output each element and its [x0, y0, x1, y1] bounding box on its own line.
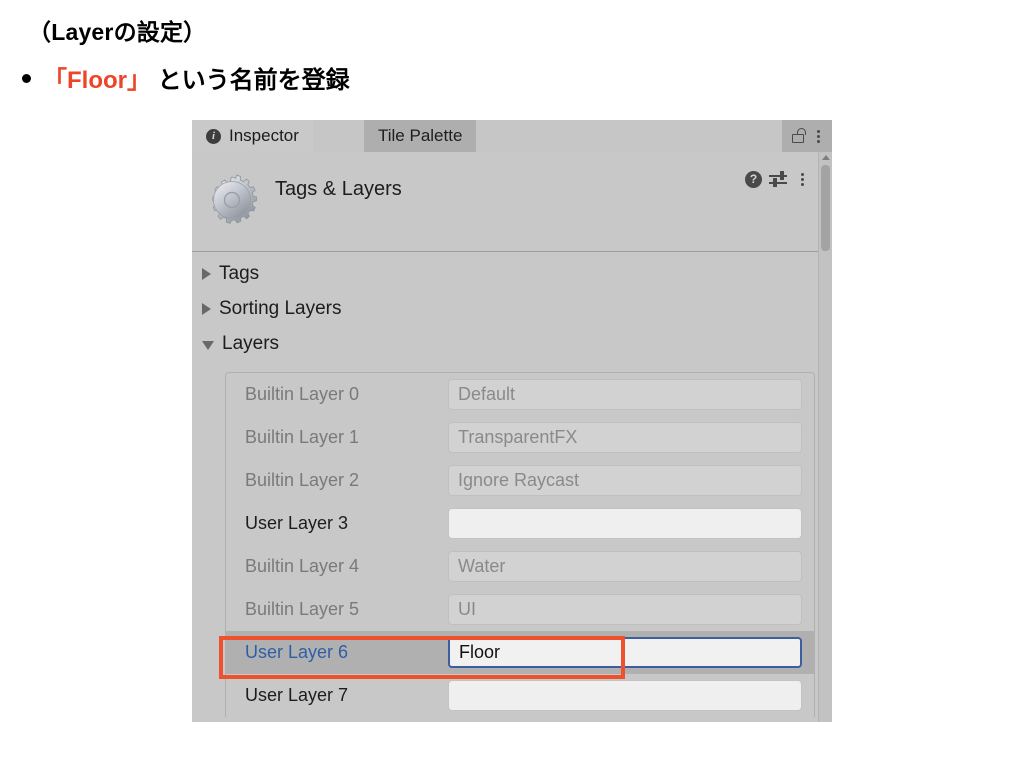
tab-tile-palette-label: Tile Palette [378, 126, 463, 145]
vertical-scrollbar[interactable] [818, 152, 832, 722]
chevron-down-icon [202, 340, 214, 350]
unity-inspector-window: i Inspector Tile Palette Tags & Layers ?… [192, 120, 832, 722]
scrollbar-thumb[interactable] [821, 165, 830, 251]
layer-label: Builtin Layer 4 [245, 556, 360, 576]
tab-inspector[interactable]: i Inspector [192, 120, 313, 152]
page-title: （Layerの設定） [28, 19, 207, 45]
lock-icon[interactable] [788, 125, 808, 147]
layer-name-field: Water [448, 551, 802, 582]
bullet-rest-text: という名前を登録 [151, 67, 350, 94]
layer-name-field: Default [448, 379, 802, 410]
foldout-tags[interactable]: Tags [202, 257, 259, 291]
kebab-menu-icon[interactable] [794, 168, 810, 190]
foldout-sorting-layers-label: Sorting Layers [219, 298, 342, 319]
scroll-up-arrow-icon[interactable] [822, 155, 830, 160]
foldout-tags-label: Tags [219, 263, 260, 284]
component-title: Tags & Layers [275, 178, 402, 200]
component-header-controls: ? [745, 168, 810, 190]
layer-label: Builtin Layer 5 [245, 599, 360, 619]
layer-name-field: Ignore Raycast [448, 465, 802, 496]
layer-label: User Layer 7 [245, 685, 349, 705]
bullet-dot-icon [22, 74, 31, 83]
gear-icon [205, 174, 259, 228]
bullet-accent-text: 「Floor」 [43, 67, 151, 94]
layer-name-field[interactable] [448, 680, 802, 711]
info-icon: i [206, 128, 221, 144]
foldout-sorting-layers[interactable]: Sorting Layers [202, 292, 342, 326]
chevron-right-icon [202, 268, 211, 280]
chevron-right-icon [202, 303, 211, 315]
tab-inspector-label: Inspector [229, 126, 299, 145]
preset-icon[interactable] [769, 170, 787, 188]
layer-label: Builtin Layer 2 [245, 470, 360, 490]
bullet-line: 「Floor」 という名前を登録 [22, 60, 350, 95]
layer-name-field-focused[interactable]: Floor [448, 637, 802, 668]
tab-tile-palette[interactable]: Tile Palette [364, 120, 477, 152]
table-row: Builtin Layer 5 UI [226, 588, 814, 631]
layer-name-field: TransparentFX [448, 422, 802, 453]
inspector-tab-bar: i Inspector Tile Palette [192, 120, 832, 152]
tab-bar-controls [782, 120, 832, 152]
component-body: Tags Sorting Layers Layers Builtin Layer… [192, 253, 832, 722]
foldout-layers-label: Layers [222, 333, 280, 354]
kebab-menu-icon[interactable] [810, 125, 826, 147]
table-row-selected: User Layer 6 Floor [226, 631, 814, 674]
table-row: Builtin Layer 2 Ignore Raycast [226, 459, 814, 502]
help-icon[interactable]: ? [745, 170, 762, 188]
layer-label: Builtin Layer 1 [245, 427, 360, 447]
table-row: User Layer 7 [226, 674, 814, 717]
table-row: Builtin Layer 4 Water [226, 545, 814, 588]
table-row: Builtin Layer 1 TransparentFX [226, 416, 814, 459]
foldout-layers[interactable]: Layers [202, 327, 279, 361]
layer-label: User Layer 3 [245, 513, 349, 533]
table-row: Builtin Layer 0 Default [226, 373, 814, 416]
layer-list: Builtin Layer 0 Default Builtin Layer 1 … [225, 372, 815, 717]
layer-name-field: UI [448, 594, 802, 625]
layer-label: Builtin Layer 0 [245, 384, 360, 404]
component-header: Tags & Layers ? [192, 152, 832, 252]
table-row: User Layer 3 [226, 502, 814, 545]
layer-name-field[interactable] [448, 508, 802, 539]
layer-label: User Layer 6 [245, 642, 349, 662]
